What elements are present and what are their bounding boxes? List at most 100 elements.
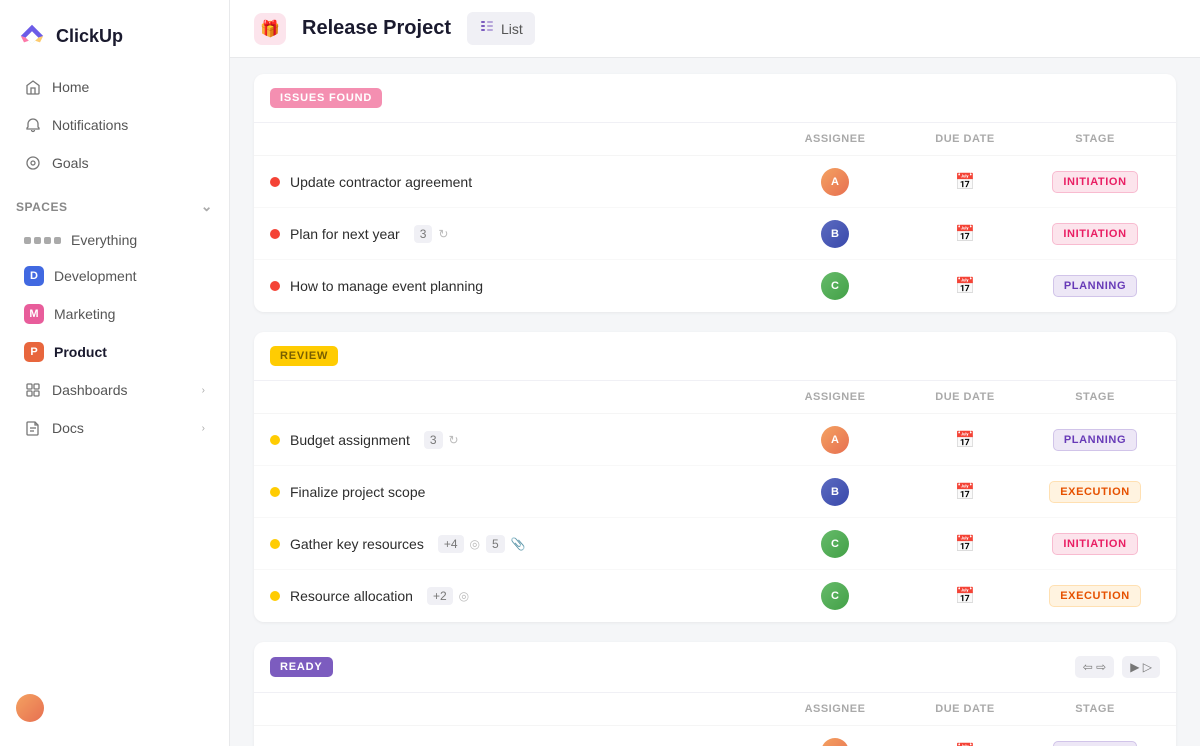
nav-goals[interactable]: Goals bbox=[8, 145, 221, 181]
group-ready: READY ⇦ ⇨ ▶ ▷ ASSIGNEE DUE DATE STAGE Ne… bbox=[254, 642, 1176, 746]
stage-badge: PLANNING bbox=[1053, 429, 1137, 451]
stage-badge: PLANNING bbox=[1053, 741, 1137, 746]
meta-link-icon: ◎ bbox=[459, 589, 469, 603]
meta-count5: 5 bbox=[486, 535, 505, 553]
docs-chevron: › bbox=[202, 423, 205, 434]
nav-home[interactable]: Home bbox=[8, 69, 221, 105]
user-avatar[interactable] bbox=[16, 694, 44, 722]
meta-link-icon: ◎ bbox=[470, 537, 480, 551]
assignee-cell: C bbox=[770, 272, 900, 300]
space-development-label: Development bbox=[54, 268, 137, 284]
calendar-icon: 📅 bbox=[955, 430, 975, 450]
sidebar-section-dashboards[interactable]: Dashboards › bbox=[8, 372, 221, 408]
assignee-cell: A bbox=[770, 738, 900, 746]
col-assignee-label-1: ASSIGNEE bbox=[770, 381, 900, 413]
stage-cell: INITIATION bbox=[1030, 171, 1160, 193]
dashboards-label: Dashboards bbox=[52, 382, 128, 398]
assignee-cell: C bbox=[770, 582, 900, 610]
view-list-button[interactable]: List bbox=[467, 12, 535, 45]
nav-goals-label: Goals bbox=[52, 155, 89, 171]
stage-cell: INITIATION bbox=[1030, 533, 1160, 555]
task-left: How to manage event planning bbox=[270, 278, 770, 294]
nav-notifications[interactable]: Notifications bbox=[8, 107, 221, 143]
sidebar-item-development[interactable]: D Development bbox=[8, 258, 221, 294]
sidebar-bottom bbox=[0, 682, 229, 734]
column-headers-issues: ASSIGNEE DUE DATE STAGE bbox=[254, 123, 1176, 156]
stage-cell: PLANNING bbox=[1030, 429, 1160, 451]
space-marketing-label: Marketing bbox=[54, 306, 115, 322]
avatar: C bbox=[821, 530, 849, 558]
date-cell: 📅 bbox=[900, 534, 1030, 554]
task-row[interactable]: Update contractor agreement A 📅 INITIATI… bbox=[254, 156, 1176, 208]
task-row[interactable]: Budget assignment 3 ↻ A 📅 PLANNING bbox=[254, 414, 1176, 466]
calendar-icon: 📅 bbox=[955, 742, 975, 746]
meta-count: 3 bbox=[424, 431, 443, 449]
assignee-cell: A bbox=[770, 168, 900, 196]
task-name: Resource allocation bbox=[290, 588, 413, 604]
priority-dot bbox=[270, 539, 280, 549]
group-label-ready: READY bbox=[270, 657, 333, 677]
sidebar-section-docs[interactable]: Docs › bbox=[8, 410, 221, 446]
nav-home-label: Home bbox=[52, 79, 89, 95]
task-name: Finalize project scope bbox=[290, 484, 425, 500]
task-left: Update contractor agreement bbox=[270, 174, 770, 190]
task-meta: +2 ◎ bbox=[427, 587, 469, 605]
control-btn-1[interactable]: ⇦ ⇨ bbox=[1075, 656, 1114, 678]
avatar: B bbox=[821, 478, 849, 506]
col-stage-label-0: STAGE bbox=[1030, 123, 1160, 155]
meta-repeat-icon: ↻ bbox=[438, 227, 448, 241]
task-row[interactable]: How to manage event planning C 📅 PLANNIN… bbox=[254, 260, 1176, 312]
task-row[interactable]: Finalize project scope B 📅 EXECUTION bbox=[254, 466, 1176, 518]
task-row[interactable]: Gather key resources +4 ◎ 5 📎 C 📅 INITIA… bbox=[254, 518, 1176, 570]
col-stage-label-2: STAGE bbox=[1030, 693, 1160, 725]
dashboards-chevron: › bbox=[202, 385, 205, 396]
task-meta: +4 ◎ 5 📎 bbox=[438, 535, 526, 553]
priority-dot bbox=[270, 591, 280, 601]
spaces-collapse-icon[interactable]: ⌄ bbox=[201, 198, 213, 215]
page-title: Release Project bbox=[302, 17, 451, 40]
sidebar-item-everything[interactable]: Everything bbox=[8, 224, 221, 256]
sidebar: ClickUp Home Notifications Goals Spaces … bbox=[0, 0, 230, 746]
col-duedate-label-0: DUE DATE bbox=[900, 123, 1030, 155]
avatar: A bbox=[821, 738, 849, 746]
group-header-ready: READY ⇦ ⇨ ▶ ▷ bbox=[254, 642, 1176, 693]
calendar-icon: 📅 bbox=[955, 534, 975, 554]
task-row[interactable]: New contractor agreement A 📅 PLANNING bbox=[254, 726, 1176, 746]
avatar: A bbox=[821, 168, 849, 196]
avatar: C bbox=[821, 272, 849, 300]
task-row[interactable]: Plan for next year 3 ↻ B 📅 INITIATION bbox=[254, 208, 1176, 260]
priority-dot bbox=[270, 487, 280, 497]
nav-notifications-label: Notifications bbox=[52, 117, 128, 133]
task-left: Plan for next year 3 ↻ bbox=[270, 225, 770, 243]
priority-dot bbox=[270, 229, 280, 239]
sidebar-item-product[interactable]: P Product bbox=[8, 334, 221, 370]
control-btn-2[interactable]: ▶ ▷ bbox=[1122, 656, 1160, 678]
col-assignee-label-0: ASSIGNEE bbox=[770, 123, 900, 155]
stage-badge: INITIATION bbox=[1052, 223, 1137, 245]
everything-icon bbox=[24, 237, 61, 244]
stage-badge: INITIATION bbox=[1052, 533, 1137, 555]
date-cell: 📅 bbox=[900, 224, 1030, 244]
date-cell: 📅 bbox=[900, 482, 1030, 502]
task-row[interactable]: Resource allocation +2 ◎ C 📅 EXECUTION bbox=[254, 570, 1176, 622]
project-icon: 🎁 bbox=[254, 13, 286, 45]
space-product-label: Product bbox=[54, 344, 107, 360]
date-cell: 📅 bbox=[900, 276, 1030, 296]
task-left: Resource allocation +2 ◎ bbox=[270, 587, 770, 605]
stage-cell: PLANNING bbox=[1030, 741, 1160, 746]
date-cell: 📅 bbox=[900, 172, 1030, 192]
sidebar-item-marketing[interactable]: M Marketing bbox=[8, 296, 221, 332]
group-header-review: REVIEW bbox=[254, 332, 1176, 381]
main-content: 🎁 Release Project List ISSUES FOUND ASSI… bbox=[230, 0, 1200, 746]
page-header: 🎁 Release Project List bbox=[230, 0, 1200, 58]
col-task-0 bbox=[270, 381, 770, 413]
app-name: ClickUp bbox=[56, 26, 123, 47]
date-cell: 📅 bbox=[900, 430, 1030, 450]
meta-attach-icon: 📎 bbox=[511, 537, 526, 551]
col-duedate-label-2: DUE DATE bbox=[900, 693, 1030, 725]
assignee-cell: B bbox=[770, 220, 900, 248]
stage-cell: EXECUTION bbox=[1030, 481, 1160, 503]
task-name: Budget assignment bbox=[290, 432, 410, 448]
development-dot: D bbox=[24, 266, 44, 286]
task-meta: 3 ↻ bbox=[424, 431, 459, 449]
